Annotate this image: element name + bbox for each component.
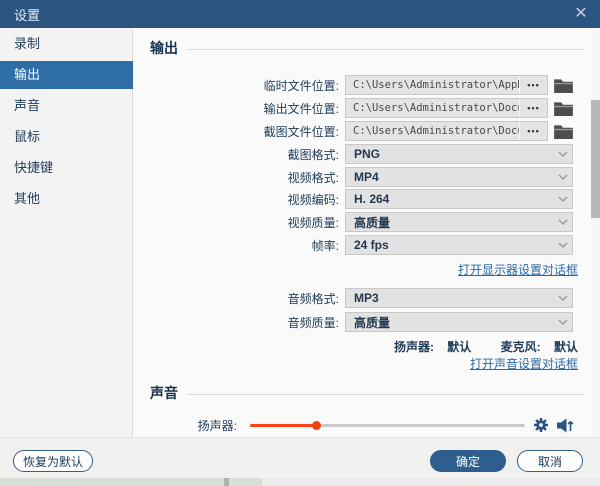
screenshot-path-row: 截图文件位置: C:\Users\Administrator\Documents…: [133, 121, 578, 141]
audio-quality-value: 高质量: [346, 314, 554, 331]
output-section-title: 输出: [150, 38, 178, 58]
output-path-value: C:\Users\Administrator\Documents: [346, 102, 519, 114]
chevron-down-icon: [554, 151, 572, 157]
speaker-icon[interactable]: [557, 418, 574, 433]
sidebar-item-other[interactable]: 其他: [0, 185, 133, 213]
output-path-label: 输出文件位置:: [133, 100, 345, 117]
folder-icon[interactable]: [554, 124, 573, 139]
sound-settings-link[interactable]: 打开声音设置对话框: [470, 357, 578, 371]
video-quality-value: 高质量: [346, 214, 554, 231]
framerate-value: 24 fps: [346, 238, 554, 252]
slider-thumb[interactable]: [312, 421, 321, 430]
gear-icon[interactable]: [534, 418, 548, 432]
titlebar: 设置 ✕: [0, 0, 600, 28]
speaker-volume-row: 扬声器:: [133, 415, 585, 435]
output-path-field[interactable]: C:\Users\Administrator\Documents •••: [345, 98, 548, 118]
video-format-label: 视频格式:: [133, 169, 345, 186]
close-icon[interactable]: ✕: [568, 2, 594, 26]
chevron-down-icon: [554, 174, 572, 180]
speaker-device-value: 默认: [447, 340, 471, 354]
chevron-down-icon: [554, 242, 572, 248]
sidebar: 录制 输出 声音 鼠标 快捷键 其他: [0, 28, 133, 437]
audio-format-value: MP3: [346, 291, 554, 305]
sidebar-item-hotkeys[interactable]: 快捷键: [0, 154, 133, 182]
cancel-button[interactable]: 取消: [517, 450, 583, 472]
screenshot-format-row: 截图格式: PNG: [133, 144, 578, 164]
screenshot-format-select[interactable]: PNG: [345, 144, 573, 164]
video-quality-row: 视频质量: 高质量: [133, 212, 578, 232]
sound-section-title: 声音: [150, 383, 178, 403]
audio-format-label: 音频格式:: [133, 290, 345, 307]
chevron-down-icon: [554, 295, 572, 301]
screenshot-path-browse-button[interactable]: •••: [519, 122, 547, 140]
chevron-down-icon: [554, 319, 572, 325]
audio-format-select[interactable]: MP3: [345, 288, 573, 308]
folder-icon[interactable]: [554, 78, 573, 93]
video-format-select[interactable]: MP4: [345, 167, 573, 187]
framerate-label: 帧率:: [133, 237, 345, 254]
scrollbar[interactable]: [591, 28, 600, 437]
chevron-down-icon: [554, 219, 572, 225]
speaker-device-label: 扬声器:: [394, 340, 434, 354]
speaker-volume-slider[interactable]: [250, 424, 525, 427]
window-title: 设置: [0, 5, 40, 24]
screenshot-format-label: 截图格式:: [133, 146, 345, 163]
sidebar-item-record[interactable]: 录制: [0, 30, 133, 58]
video-quality-select[interactable]: 高质量: [345, 212, 573, 232]
sidebar-item-output[interactable]: 输出: [0, 61, 133, 89]
video-codec-value: H. 264: [346, 192, 554, 206]
framerate-row: 帧率: 24 fps: [133, 235, 578, 255]
sound-section-header: 声音: [150, 384, 584, 402]
restore-defaults-button[interactable]: 恢复为默认: [13, 450, 93, 472]
video-quality-label: 视频质量:: [133, 214, 345, 231]
audio-quality-select[interactable]: 高质量: [345, 312, 573, 332]
sidebar-item-mouse[interactable]: 鼠标: [0, 123, 133, 151]
settings-panel: 输出 临时文件位置: C:\Users\Administrator\AppDat…: [133, 28, 600, 437]
temp-path-value: C:\Users\Administrator\AppData\l: [346, 79, 519, 91]
sound-settings-link-row: 打开声音设置对话框: [470, 355, 578, 369]
mic-device-label: 麦克风:: [501, 340, 541, 354]
framerate-select[interactable]: 24 fps: [345, 235, 573, 255]
scrollbar-thumb[interactable]: [591, 100, 600, 218]
screenshot-format-value: PNG: [346, 147, 554, 161]
footer-bar: 恢复为默认 确定 取消: [0, 437, 600, 478]
divider: [187, 394, 584, 395]
screenshot-path-field[interactable]: C:\Users\Administrator\Documents •••: [345, 121, 548, 141]
screenshot-path-value: C:\Users\Administrator\Documents: [346, 125, 519, 137]
output-path-browse-button[interactable]: •••: [519, 99, 547, 117]
mic-device-value: 默认: [554, 340, 578, 354]
video-format-value: MP4: [346, 170, 554, 184]
display-settings-link[interactable]: 打开显示器设置对话框: [458, 263, 578, 277]
ok-button[interactable]: 确定: [430, 450, 506, 472]
temp-path-field[interactable]: C:\Users\Administrator\AppData\l •••: [345, 75, 548, 95]
temp-path-row: 临时文件位置: C:\Users\Administrator\AppData\l…: [133, 75, 578, 95]
audio-format-row: 音频格式: MP3: [133, 288, 578, 308]
output-path-row: 输出文件位置: C:\Users\Administrator\Documents…: [133, 98, 578, 118]
background-strip-left: [0, 478, 262, 486]
temp-path-label: 临时文件位置:: [133, 77, 345, 94]
audio-quality-row: 音频质量: 高质量: [133, 312, 578, 332]
video-codec-row: 视频编码: H. 264: [133, 189, 578, 209]
video-codec-label: 视频编码:: [133, 191, 345, 208]
chevron-down-icon: [554, 196, 572, 202]
temp-path-browse-button[interactable]: •••: [519, 76, 547, 94]
background-strip: [0, 478, 600, 486]
display-settings-link-row: 打开显示器设置对话框: [458, 261, 578, 275]
audio-devices-row: 扬声器: 默认 麦克风: 默认: [394, 338, 578, 354]
audio-quality-label: 音频质量:: [133, 314, 345, 331]
screenshot-path-label: 截图文件位置:: [133, 123, 345, 140]
slider-fill: [250, 424, 316, 427]
video-format-row: 视频格式: MP4: [133, 167, 578, 187]
background-strip-notch: [224, 478, 229, 486]
video-codec-select[interactable]: H. 264: [345, 189, 573, 209]
folder-icon[interactable]: [554, 101, 573, 116]
sidebar-item-sound[interactable]: 声音: [0, 92, 133, 120]
output-section-header: 输出: [150, 39, 584, 57]
divider: [187, 49, 584, 50]
speaker-volume-label: 扬声器:: [133, 417, 250, 434]
